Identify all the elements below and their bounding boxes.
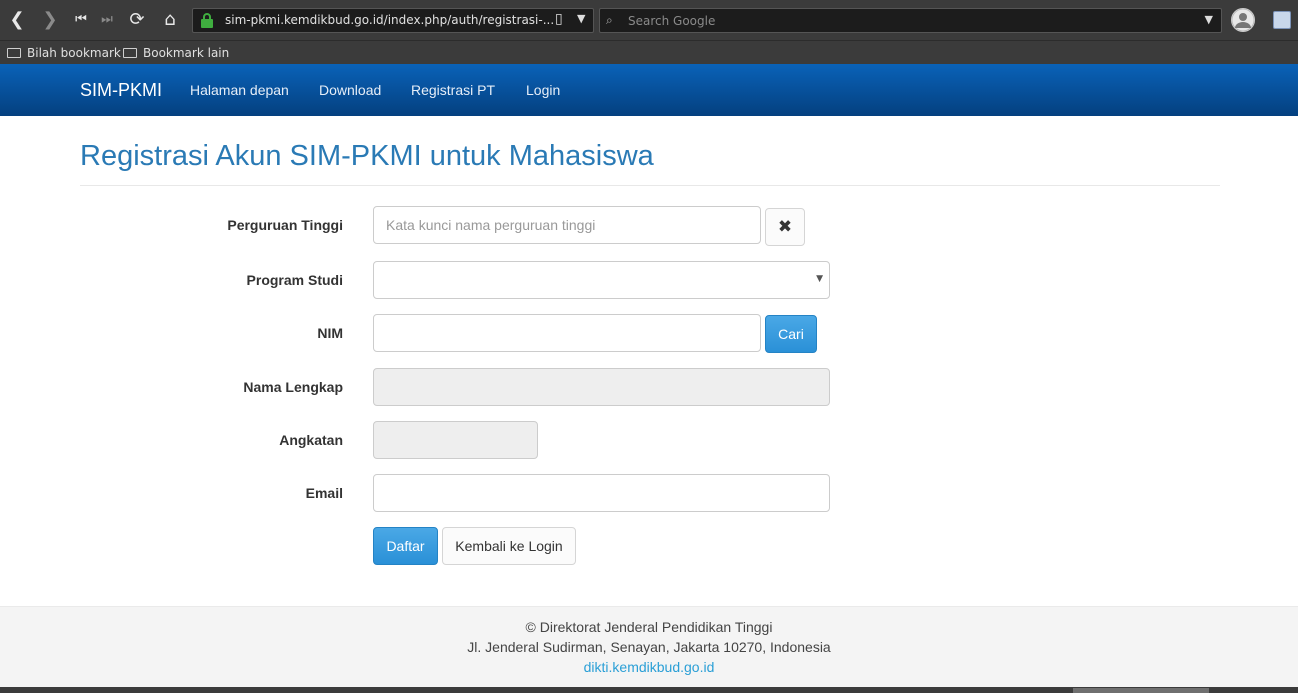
daftar-button[interactable]: Daftar xyxy=(373,527,438,565)
email-input[interactable] xyxy=(373,474,830,512)
nim-label: NIM xyxy=(317,325,343,341)
last-page-icon[interactable]: ⏭ xyxy=(95,8,119,32)
first-page-icon[interactable]: ⏮ xyxy=(69,8,93,32)
folder-icon xyxy=(7,48,21,58)
bookmark-icon[interactable]: ▯ xyxy=(555,11,563,27)
reload-icon[interactable]: ⟳ xyxy=(125,8,149,32)
folder-icon xyxy=(123,48,137,58)
program-studi-label: Program Studi xyxy=(246,272,343,288)
select-caret-icon: ▼ xyxy=(816,274,823,284)
page-title: Registrasi Akun SIM-PKMI untuk Mahasiswa xyxy=(80,140,654,172)
horizontal-scrollbar[interactable] xyxy=(1073,688,1209,693)
email-label: Email xyxy=(305,485,343,501)
address-bar[interactable]: sim-pkmi.kemdikbud.go.id/index.php/auth/… xyxy=(192,8,594,33)
angkatan-field xyxy=(373,421,538,459)
cari-button[interactable]: Cari xyxy=(765,315,817,353)
perguruan-tinggi-label: Perguruan Tinggi xyxy=(227,217,343,233)
bookmark-label: Bookmark lain xyxy=(143,46,230,60)
perguruan-tinggi-input[interactable]: Kata kunci nama perguruan tinggi xyxy=(373,206,761,244)
bookmark-folder-lain[interactable]: Bookmark lain xyxy=(123,44,229,62)
title-divider xyxy=(80,185,1220,186)
profile-icon[interactable] xyxy=(1231,8,1255,32)
extension-icon[interactable] xyxy=(1273,11,1291,29)
back-arrow-icon[interactable]: ❮ xyxy=(5,8,29,32)
bookmark-label: Bilah bookmark xyxy=(27,46,121,60)
brand-link[interactable]: SIM-PKMI xyxy=(80,80,162,101)
footer-copyright: © Direktorat Jenderal Pendidikan Tinggi xyxy=(525,619,773,635)
url-dropdown-icon[interactable]: ▼ xyxy=(577,12,585,25)
page-footer: © Direktorat Jenderal Pendidikan Tinggi … xyxy=(0,606,1298,687)
search-placeholder: Search Google xyxy=(628,14,716,28)
nav-link-download[interactable]: Download xyxy=(319,82,381,98)
search-bar[interactable]: ⌕ Search Google ▼ xyxy=(599,8,1222,33)
bookmark-folder-bilah[interactable]: Bilah bookmark xyxy=(7,44,121,62)
angkatan-label: Angkatan xyxy=(279,432,343,448)
nama-lengkap-label: Nama Lengkap xyxy=(243,379,343,395)
search-dropdown-icon[interactable]: ▼ xyxy=(1205,13,1213,26)
nav-link-registrasi-pt[interactable]: Registrasi PT xyxy=(411,82,495,98)
clear-button[interactable]: ✖ xyxy=(765,208,805,246)
kembali-login-button[interactable]: Kembali ke Login xyxy=(442,527,576,565)
bookmarks-bar: Bilah bookmark Bookmark lain xyxy=(0,40,1298,64)
forward-arrow-icon[interactable]: ❯ xyxy=(38,8,62,32)
clear-x-icon: ✖ xyxy=(777,217,793,237)
nama-lengkap-field xyxy=(373,368,830,406)
nav-link-login[interactable]: Login xyxy=(526,82,560,98)
browser-toolbar: ❮ ❯ ⏮ ⏭ ⟳ ⌂ sim-pkmi.kemdikbud.go.id/ind… xyxy=(0,0,1298,40)
perguruan-tinggi-placeholder: Kata kunci nama perguruan tinggi xyxy=(386,217,596,233)
program-studi-select[interactable]: ▼ xyxy=(373,261,830,299)
footer-link[interactable]: dikti.kemdikbud.go.id xyxy=(584,659,715,675)
url-text: sim-pkmi.kemdikbud.go.id/index.php/auth/… xyxy=(225,13,555,27)
footer-address: Jl. Jenderal Sudirman, Senayan, Jakarta … xyxy=(467,639,831,655)
nim-input[interactable] xyxy=(373,314,761,352)
lock-icon xyxy=(201,13,213,28)
site-navbar: SIM-PKMI Halaman depan Download Registra… xyxy=(0,64,1298,116)
search-icon: ⌕ xyxy=(606,13,613,27)
nav-link-halaman-depan[interactable]: Halaman depan xyxy=(190,82,289,98)
home-icon[interactable]: ⌂ xyxy=(158,8,182,32)
